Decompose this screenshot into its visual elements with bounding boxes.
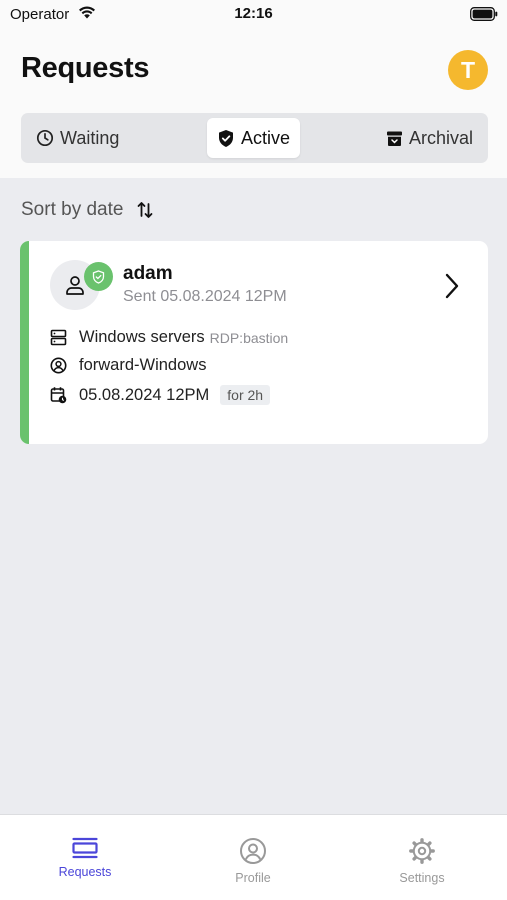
tab-waiting[interactable]: Waiting: [36, 118, 119, 158]
tab-profile-label: Profile: [235, 871, 271, 885]
tab-requests[interactable]: Requests: [25, 837, 145, 879]
request-status-segmented-control: Waiting Active Archival: [21, 113, 488, 163]
server-icon: [50, 329, 67, 346]
tab-archival-label: Archival: [409, 127, 474, 148]
user-avatar-button[interactable]: T: [448, 50, 488, 90]
shield-check-icon: [218, 129, 233, 147]
status-bar: Operator 12:16: [0, 0, 507, 28]
tab-profile[interactable]: Profile: [193, 837, 313, 885]
active-status-badge: [84, 262, 113, 291]
tab-active-label: Active: [240, 127, 291, 148]
requester-name: adam: [123, 263, 173, 284]
gear-icon: [409, 838, 435, 864]
user-circle-icon: [240, 838, 266, 864]
archive-icon: [387, 131, 402, 146]
clock-icon: [36, 129, 54, 147]
resource-protocol: RDP:bastion: [209, 329, 289, 346]
duration-badge: for 2h: [220, 385, 271, 405]
page-title: Requests: [21, 52, 150, 84]
tab-active[interactable]: Active: [207, 118, 300, 158]
tab-requests-label: Requests: [58, 865, 112, 879]
sort-label: Sort by date: [21, 199, 124, 220]
schedule-date: 05.08.2024 12PM: [79, 385, 210, 404]
request-card[interactable]: adam Sent 05.08.2024 12PM Windows server…: [20, 241, 488, 444]
account-row: forward-Windows: [50, 356, 206, 375]
sort-button[interactable]: Sort by date: [21, 199, 153, 221]
sent-date: Sent 05.08.2024 12PM: [123, 288, 287, 305]
bottom-tab-bar: Requests Profile Settings: [0, 814, 507, 900]
account-name: forward-Windows: [79, 356, 207, 374]
resource-name: Windows servers: [79, 328, 205, 346]
tab-waiting-label: Waiting: [60, 127, 120, 148]
shield-check-icon: [92, 269, 105, 284]
user-circle-icon: [50, 357, 67, 374]
clock-time: 12:16: [234, 5, 273, 22]
tab-archival[interactable]: Archival: [386, 118, 473, 158]
schedule-row: 05.08.2024 12PM for 2h: [50, 385, 271, 405]
chevron-right-icon[interactable]: [444, 273, 460, 299]
requests-icon: [72, 837, 98, 859]
battery-icon: [470, 7, 498, 26]
resource-row: Windows servers RDP:bastion: [50, 328, 288, 347]
sort-arrows-icon: [138, 202, 153, 218]
tab-settings-label: Settings: [399, 871, 445, 885]
tab-settings[interactable]: Settings: [362, 837, 482, 885]
user-icon: [66, 276, 84, 295]
status-indicator-bar: [20, 241, 29, 444]
calendar-clock-icon: [50, 387, 67, 404]
